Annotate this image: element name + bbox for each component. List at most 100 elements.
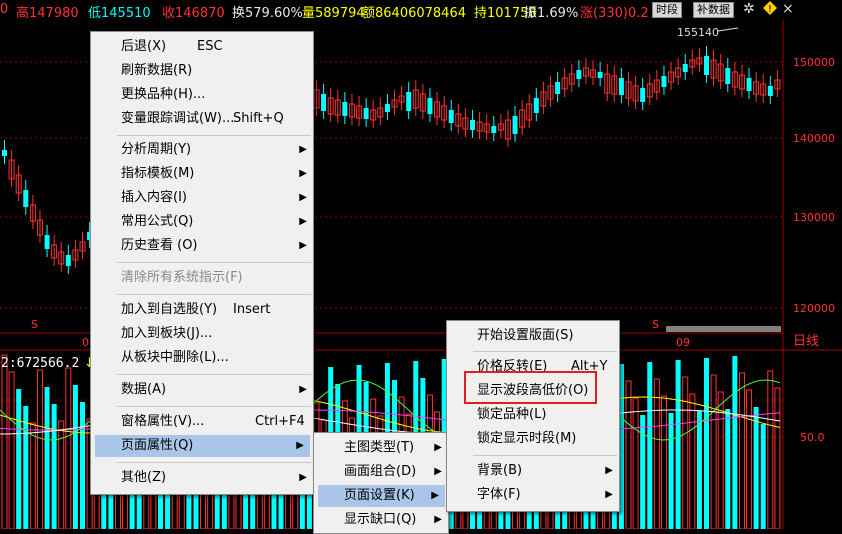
menu-item-change-symbol[interactable]: 更换品种(H)... <box>91 84 313 106</box>
menu-item-show-gap[interactable]: 显示缺口(Q) ▶ <box>314 509 448 531</box>
menu-item-remove-from-sector[interactable]: 从板块中删除(L)... <box>91 347 313 369</box>
candle-body <box>448 110 454 123</box>
indicator-bar <box>710 374 717 529</box>
indicator-bar <box>65 367 72 529</box>
indicator-bar <box>704 358 709 529</box>
indicator-bar <box>632 397 639 529</box>
candle-body <box>23 190 29 207</box>
indicator-bar <box>774 387 781 529</box>
menu-item-indicator-template[interactable]: 指标模板(M) ▶ <box>91 163 313 185</box>
date-tag-09: 09 <box>676 336 690 349</box>
menu-item-other[interactable]: 其他(Z) ▶ <box>91 467 313 489</box>
price-label-140000: 140000 <box>793 132 835 145</box>
candle-body <box>618 78 624 95</box>
indicator-bar <box>725 409 731 529</box>
menu-item-clear-indicators: 清除所有系统指示(F) <box>121 270 243 285</box>
candle-body <box>470 120 475 130</box>
menu-item-page-settings[interactable]: 页面设置(K) ▶ <box>318 485 445 507</box>
candle-body <box>725 68 731 84</box>
quote-change: 涨(330)0.2 <box>580 6 649 20</box>
candle-body <box>533 98 539 113</box>
candle-body <box>555 82 561 94</box>
menu-item-back[interactable]: 后退(X) ESC <box>91 36 313 58</box>
close-icon[interactable]: × <box>782 1 794 17</box>
candle-body <box>44 235 50 249</box>
candle-body <box>2 150 7 156</box>
candle-body <box>704 56 709 75</box>
indicator-bar <box>625 380 632 529</box>
indicator-bar <box>80 402 85 529</box>
supplement-data-button[interactable]: 补数据 <box>693 2 734 18</box>
menu-item-lock-time-period[interactable]: 锁定显示时段(M) <box>447 428 619 450</box>
indicator-bar <box>8 371 15 529</box>
indicator-bar <box>753 407 759 529</box>
menu-item-font[interactable]: 字体(F) ▶ <box>447 484 619 506</box>
indicator-bar <box>640 415 646 529</box>
menu-item-page-properties[interactable]: 页面属性(Q) ▶ <box>95 435 310 457</box>
indicator-bar <box>746 389 753 529</box>
indicator-bar <box>29 422 36 529</box>
indicator-bar <box>36 369 43 529</box>
wave-high-label: 155140 <box>677 26 719 39</box>
context-menu: 后退(X) ESC 刷新数据(R) 更换品种(H)... 变量跟踪调试(W)...… <box>90 31 314 495</box>
indicator-bar <box>760 424 766 529</box>
quote-info-bar: 0 高147980 低145510 收146870 换579.60% 量5897… <box>0 0 842 20</box>
indicator-bar <box>675 360 681 529</box>
candle-body <box>363 108 369 119</box>
candle-body <box>767 86 773 96</box>
menu-item-insert-content[interactable]: 插入内容(I) ▶ <box>91 187 313 209</box>
menu-item-period[interactable]: 分析周期(Y) ▶ <box>91 139 313 161</box>
menu-item-screen-combo[interactable]: 画面组合(D) ▶ <box>314 461 448 483</box>
candle-body <box>682 64 688 72</box>
warning-icon[interactable]: ! <box>762 0 777 15</box>
s-marker-1: S <box>31 318 38 331</box>
page-settings-submenu: 开始设置版面(S) 价格反转(E) Alt+Y 显示波段高低价(O) 锁定品种(L… <box>446 320 620 512</box>
menu-item-common-formula[interactable]: 常用公式(Q) ▶ <box>91 211 313 233</box>
candle-body <box>427 98 433 114</box>
timeshare-button[interactable]: 时段 <box>652 2 682 18</box>
page-properties-submenu: 主图类型(T) ▶ 画面组合(D) ▶ 页面设置(K) ▶ 显示缺口(Q) ▶ <box>313 432 449 534</box>
menu-item-start-layout[interactable]: 开始设置版面(S) <box>447 325 619 347</box>
candle-body <box>746 78 752 91</box>
menu-item-background[interactable]: 背景(B) ▶ <box>447 460 619 482</box>
indicator-bar <box>767 370 774 529</box>
menu-item-main-chart-type[interactable]: 主图类型(T) ▶ <box>314 437 448 459</box>
period-label[interactable]: 日线 <box>793 334 819 349</box>
candle-body <box>661 76 667 87</box>
indicator-bar <box>23 406 29 529</box>
menu-item-add-to-sector[interactable]: 加入到板块(J)... <box>91 323 313 345</box>
quote-low: 低145510 <box>88 6 151 20</box>
menu-item-pane-properties[interactable]: 窗格属性(V)... Ctrl+F4 <box>91 411 313 433</box>
candle-body <box>512 116 518 134</box>
quote-prev: 0 <box>0 2 9 17</box>
candle-body <box>342 102 348 116</box>
price-label-120000: 120000 <box>793 302 835 315</box>
indicator-bar <box>647 362 653 529</box>
candle-body <box>597 72 603 78</box>
indicator-level-label: 50.0 <box>800 431 825 444</box>
indicator-bar <box>72 385 78 529</box>
candle-body <box>640 88 646 102</box>
gear-icon[interactable]: ✲ <box>743 1 755 17</box>
svg-text:!: ! <box>768 4 772 15</box>
candle-body <box>321 94 327 111</box>
menu-item-add-watchlist[interactable]: 加入到自选股(Y) Insert <box>91 299 313 321</box>
menu-item-data[interactable]: 数据(A) ▶ <box>91 379 313 401</box>
menu-item-variable-debug[interactable]: 变量跟踪调试(W)... Shift+Q <box>91 108 313 130</box>
indicator-bar <box>660 395 667 529</box>
indicator-bar <box>738 372 745 529</box>
quote-close: 收146870 <box>162 6 225 20</box>
candle-body <box>406 92 412 111</box>
menu-item-history[interactable]: 历史查看 (O) ▶ <box>91 235 313 257</box>
candle-body <box>576 70 582 79</box>
quote-amplitude: 振1.69% <box>524 6 579 20</box>
quote-amount: 额86406078464 <box>362 6 466 20</box>
menu-item-refresh[interactable]: 刷新数据(R) <box>91 60 313 82</box>
quote-turnover: 换579.60% <box>232 6 303 20</box>
candle-body <box>491 126 497 133</box>
s-marker-2: S <box>652 318 659 331</box>
indicator-bar <box>44 387 50 529</box>
indicator-bar <box>689 393 696 529</box>
menu-item-lock-symbol[interactable]: 锁定品种(L) <box>447 404 619 426</box>
price-label-130000: 130000 <box>793 211 835 224</box>
